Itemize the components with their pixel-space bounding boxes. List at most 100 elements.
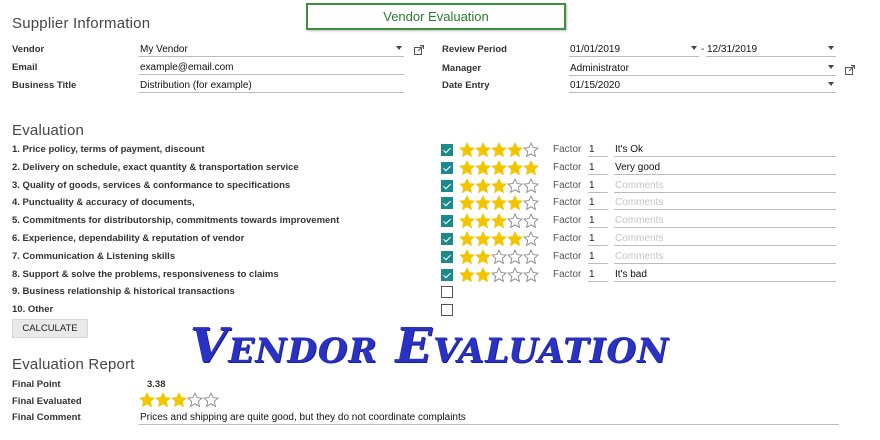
star-filled-icon[interactable]: [475, 231, 491, 247]
manager-select[interactable]: Administrator: [569, 62, 836, 76]
criterion-rating[interactable]: [459, 160, 539, 176]
factor-input[interactable]: 1: [588, 232, 608, 246]
business-title-field[interactable]: Distribution (for example): [139, 79, 404, 93]
criterion-rating[interactable]: [459, 178, 539, 194]
criterion-rating[interactable]: [459, 249, 539, 265]
comment-input[interactable]: Very good: [614, 161, 836, 175]
star-filled-icon[interactable]: [155, 392, 171, 408]
factor-input[interactable]: 1: [588, 214, 608, 228]
criterion-rating[interactable]: [459, 142, 539, 158]
star-empty-icon[interactable]: [523, 195, 539, 211]
star-filled-icon[interactable]: [491, 231, 507, 247]
star-filled-icon[interactable]: [139, 392, 155, 408]
criterion-checkbox[interactable]: [441, 251, 453, 263]
star-filled-icon[interactable]: [491, 142, 507, 158]
star-filled-icon[interactable]: [459, 267, 475, 283]
star-filled-icon[interactable]: [475, 195, 491, 211]
criterion-rating[interactable]: [459, 267, 539, 283]
evaluation-title: Evaluation: [12, 122, 85, 139]
date-entry-field[interactable]: 01/15/2020: [569, 79, 836, 93]
star-empty-icon[interactable]: [507, 178, 523, 194]
criterion-rating[interactable]: [459, 213, 539, 229]
star-empty-icon[interactable]: [523, 249, 539, 265]
star-empty-icon[interactable]: [491, 249, 507, 265]
vendor-select[interactable]: My Vendor: [139, 43, 404, 57]
star-empty-icon[interactable]: [523, 267, 539, 283]
star-filled-icon[interactable]: [507, 160, 523, 176]
star-filled-icon[interactable]: [491, 178, 507, 194]
factor-input[interactable]: 1: [588, 161, 608, 175]
star-filled-icon[interactable]: [171, 392, 187, 408]
star-filled-icon[interactable]: [459, 249, 475, 265]
criterion-checkbox[interactable]: [441, 197, 453, 209]
star-filled-icon[interactable]: [491, 195, 507, 211]
criterion-rating[interactable]: [459, 231, 539, 247]
review-period-end[interactable]: 12/31/2019: [706, 43, 836, 57]
star-filled-icon[interactable]: [459, 195, 475, 211]
criterion-checkbox[interactable]: [441, 162, 453, 174]
star-filled-icon[interactable]: [475, 267, 491, 283]
final-comment-field[interactable]: Prices and shipping are quite good, but …: [139, 411, 839, 425]
star-empty-icon[interactable]: [523, 142, 539, 158]
star-filled-icon[interactable]: [459, 213, 475, 229]
comment-input[interactable]: It's bad: [614, 268, 836, 282]
criterion-checkbox[interactable]: [441, 215, 453, 227]
criterion-rating[interactable]: [459, 195, 539, 211]
star-empty-icon[interactable]: [491, 267, 507, 283]
chevron-down-icon[interactable]: [396, 46, 402, 50]
factor-input[interactable]: 1: [588, 179, 608, 193]
email-field[interactable]: example@email.com: [139, 61, 404, 75]
review-period-start[interactable]: 01/01/2019: [569, 43, 699, 57]
external-link-icon[interactable]: [414, 45, 424, 55]
criterion-checkbox[interactable]: [441, 304, 453, 316]
chevron-down-icon[interactable]: [828, 46, 834, 50]
star-filled-icon[interactable]: [459, 231, 475, 247]
star-filled-icon[interactable]: [507, 142, 523, 158]
chevron-down-icon[interactable]: [691, 46, 697, 50]
star-empty-icon[interactable]: [523, 231, 539, 247]
factor-input[interactable]: 1: [588, 143, 608, 157]
date-entry-value: 01/15/2020: [570, 80, 621, 91]
criterion-checkbox[interactable]: [441, 180, 453, 192]
star-filled-icon[interactable]: [475, 142, 491, 158]
comment-input[interactable]: Comments: [614, 250, 836, 264]
star-filled-icon[interactable]: [459, 160, 475, 176]
factor-input[interactable]: 1: [588, 196, 608, 210]
star-empty-icon[interactable]: [507, 249, 523, 265]
star-filled-icon[interactable]: [459, 178, 475, 194]
star-filled-icon[interactable]: [475, 249, 491, 265]
comment-input[interactable]: Comments: [614, 214, 836, 228]
star-empty-icon[interactable]: [523, 178, 539, 194]
comment-input[interactable]: Comments: [614, 179, 836, 193]
star-empty-icon[interactable]: [507, 213, 523, 229]
star-filled-icon[interactable]: [475, 160, 491, 176]
calculate-button[interactable]: CALCULATE: [12, 319, 88, 338]
star-empty-icon[interactable]: [507, 267, 523, 283]
criterion-checkbox[interactable]: [441, 286, 453, 298]
star-filled-icon[interactable]: [475, 213, 491, 229]
criterion-checkbox[interactable]: [441, 269, 453, 281]
star-empty-icon[interactable]: [523, 213, 539, 229]
criterion-checkbox[interactable]: [441, 144, 453, 156]
factor-input[interactable]: 1: [588, 250, 608, 264]
comment-input[interactable]: It's Ok: [614, 143, 836, 157]
star-empty-icon[interactable]: [203, 392, 219, 408]
business-title-label: Business Title: [12, 80, 77, 91]
star-filled-icon[interactable]: [523, 160, 539, 176]
criterion-checkbox[interactable]: [441, 233, 453, 245]
chevron-down-icon[interactable]: [828, 65, 834, 69]
external-link-icon[interactable]: [845, 65, 855, 75]
factor-input[interactable]: 1: [588, 268, 608, 282]
chevron-down-icon[interactable]: [828, 82, 834, 86]
comment-input[interactable]: Comments: [614, 232, 836, 246]
vendor-evaluation-button[interactable]: Vendor Evaluation: [306, 3, 566, 30]
star-empty-icon[interactable]: [187, 392, 203, 408]
star-filled-icon[interactable]: [507, 195, 523, 211]
star-filled-icon[interactable]: [491, 213, 507, 229]
vendor-value: My Vendor: [140, 44, 188, 55]
star-filled-icon[interactable]: [475, 178, 491, 194]
star-filled-icon[interactable]: [507, 231, 523, 247]
star-filled-icon[interactable]: [459, 142, 475, 158]
star-filled-icon[interactable]: [491, 160, 507, 176]
comment-input[interactable]: Comments: [614, 196, 836, 210]
